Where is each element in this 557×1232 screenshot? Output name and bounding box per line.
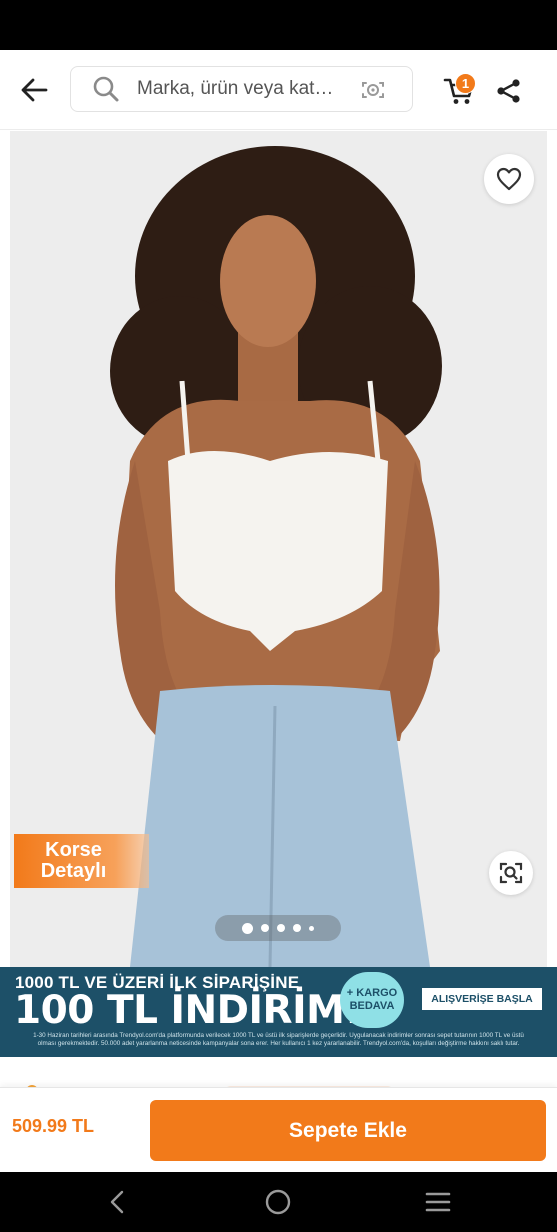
kargo-line2: BEDAVA <box>349 1000 395 1012</box>
heart-icon <box>496 167 522 191</box>
pagination-dot[interactable] <box>309 925 314 931</box>
fine-print-line: olması gerekmektedir. 50.000 adet yararl… <box>37 1040 520 1047</box>
pagination-dot[interactable] <box>242 922 253 934</box>
bottom-action-bar: 509.99 TL Sepete Ekle <box>0 1087 557 1172</box>
pagination-dot[interactable] <box>261 924 269 932</box>
share-button[interactable] <box>495 77 523 105</box>
add-to-cart-button[interactable]: Sepete Ekle <box>150 1100 546 1161</box>
free-shipping-badge: + KARGO BEDAVA <box>340 972 404 1028</box>
fine-print-line: 1-30 Haziran tarihleri arasında Trendyol… <box>33 1032 524 1039</box>
top-header: 1 <box>0 50 557 130</box>
visual-search-button[interactable] <box>489 851 533 895</box>
image-pagination <box>215 915 341 941</box>
share-icon <box>497 79 520 103</box>
search-input[interactable] <box>137 78 337 100</box>
banner-discount: 100 TL İNDİRİM! <box>14 988 362 1033</box>
arrow-left-icon <box>21 78 48 102</box>
system-navigation-bar <box>0 1172 557 1232</box>
promo-banner[interactable]: 1000 TL VE ÜZERİ İLK SİPARİŞİNE 100 TL İ… <box>0 967 557 1057</box>
recents-nav-icon <box>425 1192 451 1212</box>
kargo-line1: + KARGO <box>346 987 398 999</box>
pagination-dot[interactable] <box>277 924 285 932</box>
system-recents-button[interactable] <box>420 1186 456 1218</box>
promo-badge: Korse Detaylı <box>14 834 149 888</box>
search-bar[interactable] <box>70 66 413 112</box>
home-nav-icon <box>265 1189 291 1215</box>
search-icon <box>91 74 121 104</box>
back-nav-icon <box>110 1190 124 1214</box>
camera-icon[interactable] <box>360 77 386 103</box>
pagination-dot[interactable] <box>293 924 301 932</box>
visual-search-icon <box>499 862 523 884</box>
back-button[interactable] <box>14 72 54 108</box>
product-price: 509.99 TL <box>12 1116 95 1136</box>
banner-fine-print: 1-30 Haziran tarihleri arasında Trendyol… <box>20 1032 537 1048</box>
product-image-gallery[interactable]: Korse Detaylı <box>10 131 547 967</box>
system-home-button[interactable] <box>260 1186 296 1218</box>
cart-count-badge: 1 <box>455 73 476 94</box>
promo-badge-line1: Korse <box>45 839 102 861</box>
promo-badge-line2: Detaylı <box>40 860 107 882</box>
system-back-button[interactable] <box>99 1186 135 1218</box>
status-bar <box>0 0 557 50</box>
product-page: 1 <box>0 50 557 1172</box>
favorite-button[interactable] <box>484 154 534 204</box>
start-shopping-button[interactable]: ALIŞVERİŞE BAŞLA <box>422 988 542 1010</box>
